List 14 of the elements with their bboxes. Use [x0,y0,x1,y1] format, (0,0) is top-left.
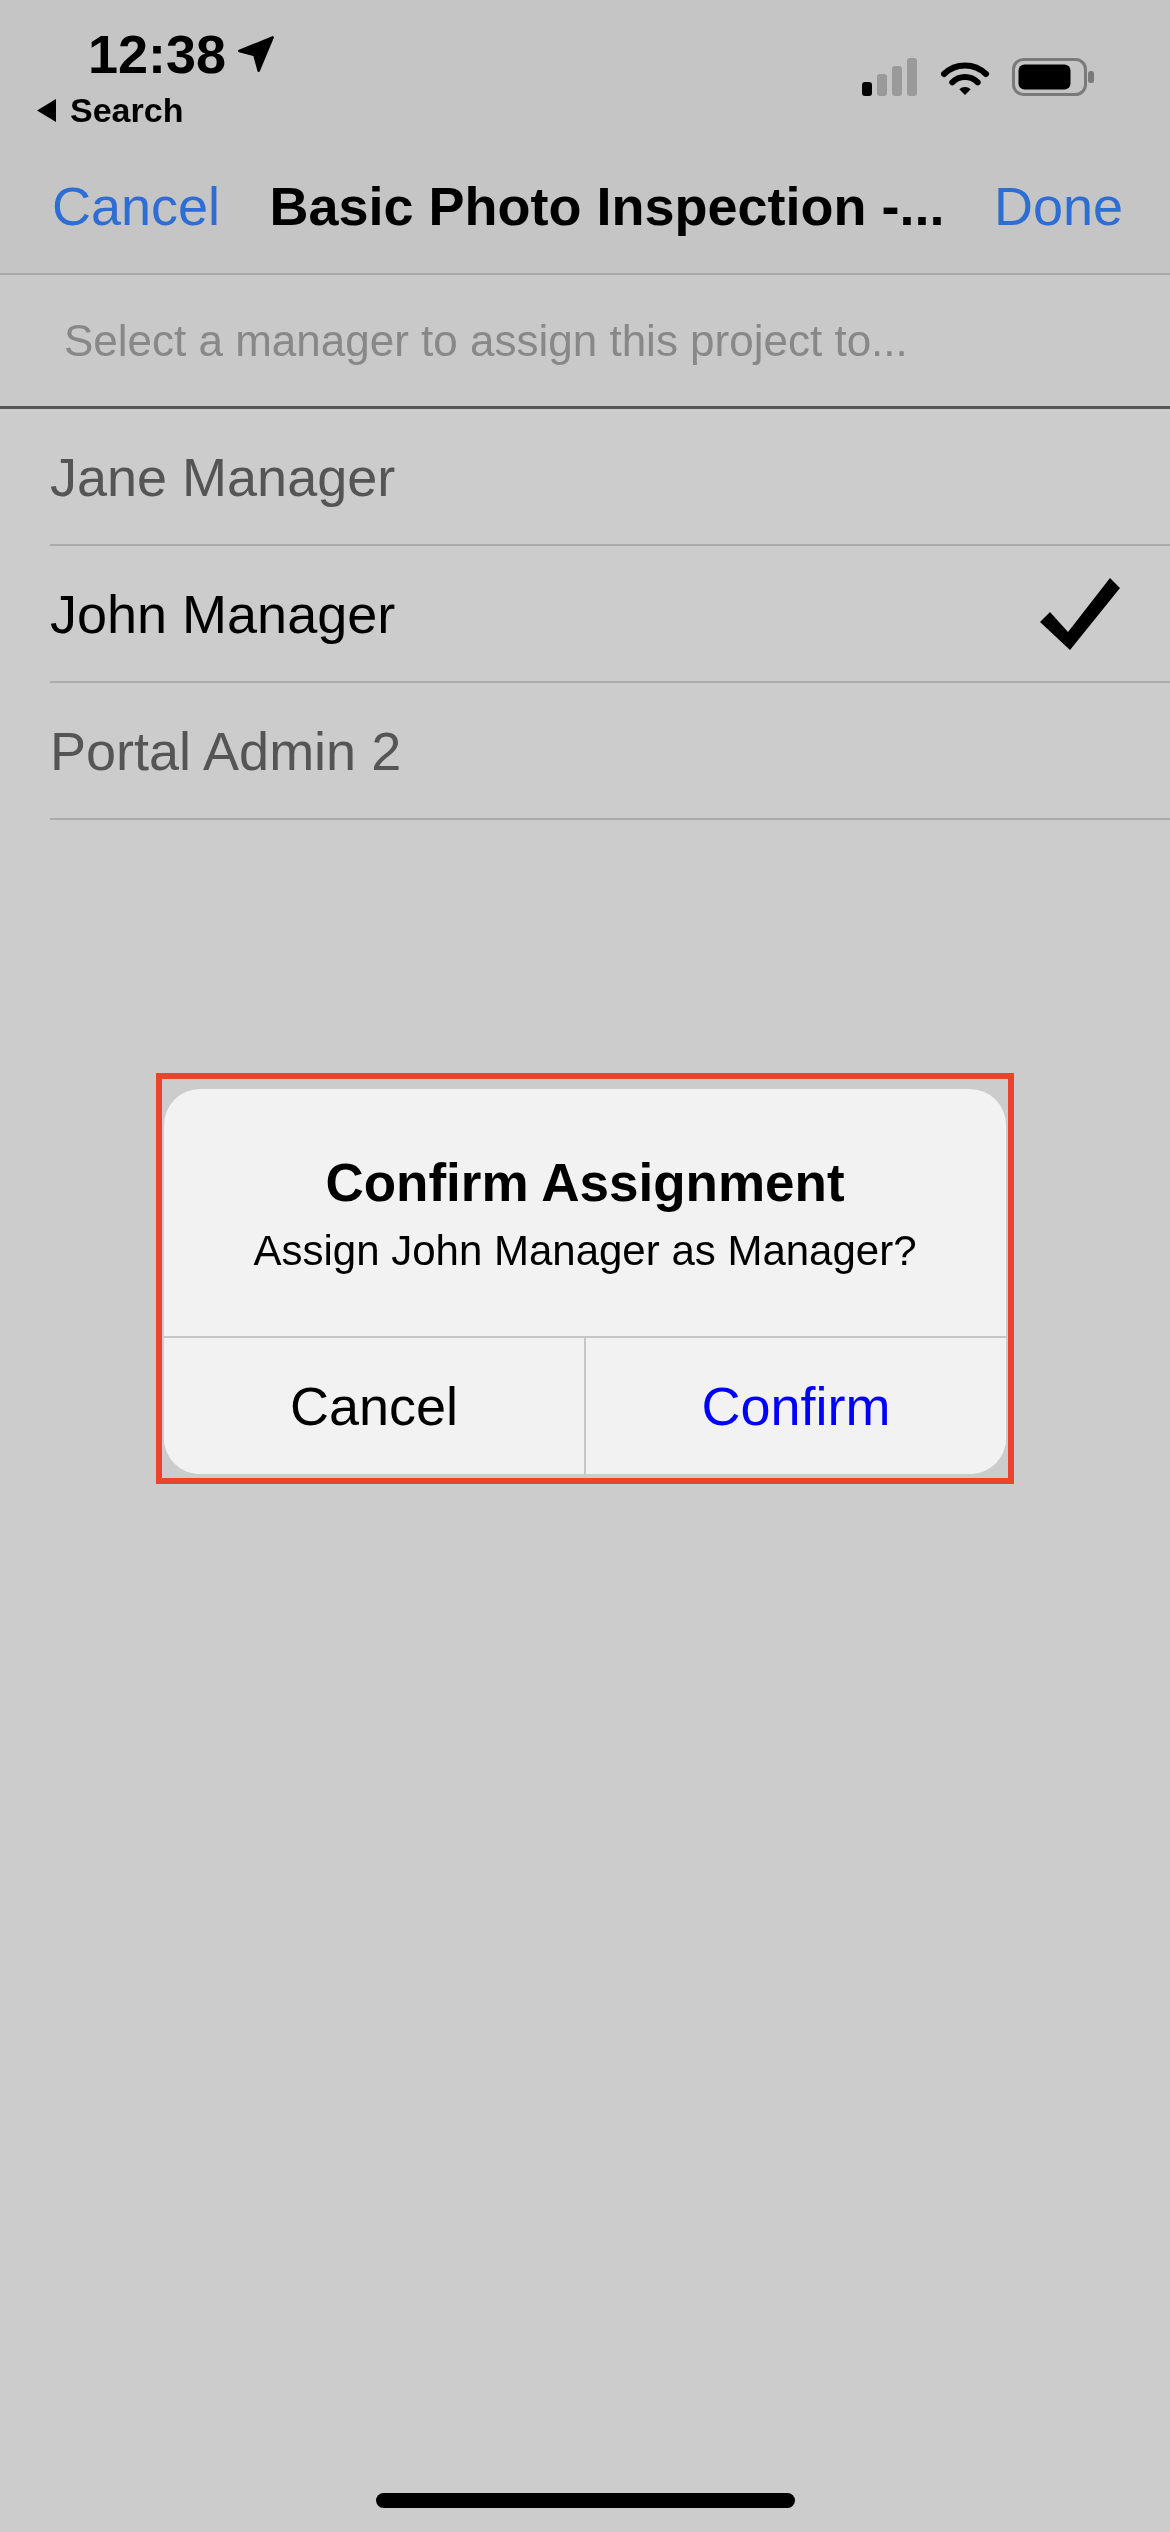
list-item[interactable]: Portal Admin 2 [50,683,1170,820]
location-arrow-icon [236,34,277,74]
nav-title: Basic Photo Inspection -... [269,174,945,238]
alert-message: Assign John Manager as Manager? [253,1227,917,1275]
list-item[interactable]: Jane Manager [50,409,1170,546]
signal-icon [862,58,918,96]
alert-title: Confirm Assignment [325,1153,845,1213]
checkmark-icon [1040,577,1120,650]
list-item[interactable]: John Manager [50,546,1170,683]
back-icon [37,98,56,122]
back-link[interactable]: Search [37,90,277,130]
battery-icon [1012,58,1094,96]
confirm-button[interactable]: Confirm [584,1338,1006,1474]
status-time: 12:38 [88,26,227,82]
